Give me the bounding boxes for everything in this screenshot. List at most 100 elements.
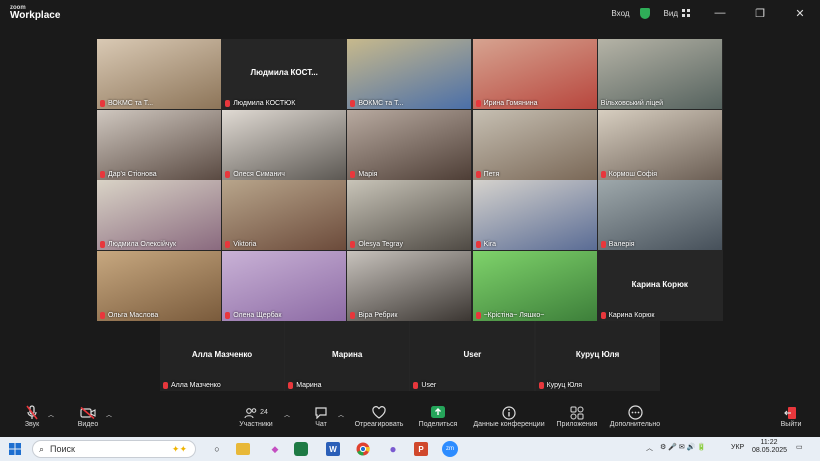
muted-mic-icon xyxy=(413,382,419,389)
share-screen-button[interactable]: Поделиться xyxy=(416,404,460,428)
video-options-caret[interactable]: ︿ xyxy=(106,410,112,419)
copilot-sparkle-icon: ✦✦ xyxy=(171,443,187,454)
chat-caret[interactable]: ︿ xyxy=(338,410,344,419)
muted-mic-icon xyxy=(100,241,105,248)
signin-button[interactable]: Вход xyxy=(611,9,629,18)
tray-app-icons[interactable]: ⚙ 🎤 ✉ 🔊 🔋 xyxy=(660,443,706,451)
powerpoint-icon[interactable]: P xyxy=(414,442,428,456)
view-button[interactable]: Вид xyxy=(664,9,690,18)
participant-tile[interactable]: Марина Марина xyxy=(285,321,410,391)
title-bar: zoom Workplace Вход Вид — ❐ ✕ xyxy=(0,0,820,28)
participant-tile[interactable]: Куруц Юля Куруц Юля xyxy=(535,321,660,391)
minimize-button[interactable]: — xyxy=(700,7,740,19)
participant-video xyxy=(347,180,472,250)
leave-button[interactable]: Выйти xyxy=(776,404,806,428)
meeting-info-button[interactable]: Данные конференции xyxy=(470,404,548,428)
info-icon xyxy=(502,405,516,420)
participant-tile[interactable]: Ирина Гомянина xyxy=(472,39,597,109)
participant-video xyxy=(472,180,597,250)
heart-icon xyxy=(372,406,386,419)
clock[interactable]: 11:22 08.05.2025 xyxy=(752,439,787,456)
participant-tile[interactable]: Алла Мазченко Алла Мазченко xyxy=(160,321,284,391)
participant-tile[interactable]: Ольга Маслова xyxy=(97,250,221,321)
participant-video xyxy=(97,109,221,180)
muted-mic-icon xyxy=(475,170,481,178)
participant-name-label: ВОКМС та Т... xyxy=(100,100,153,107)
participant-display-name: Куруц Юля xyxy=(575,350,620,359)
video-gallery-second-row: Алла Мазченко Алла Мазченко Марина Марина Us… xyxy=(160,321,660,391)
participants-button[interactable]: 24 Участники xyxy=(234,404,278,428)
participant-tile[interactable]: Olesya Tegray xyxy=(347,180,472,250)
muted-mic-icon xyxy=(100,170,105,178)
tray-overflow-icon[interactable]: ︿ xyxy=(646,443,653,453)
audio-options-caret[interactable]: ︿ xyxy=(48,410,54,419)
participant-tile[interactable]: Марія xyxy=(347,109,472,180)
muted-mic-icon xyxy=(600,241,606,248)
participant-video xyxy=(97,250,221,321)
zoom-taskbar-icon[interactable]: zm xyxy=(442,441,458,457)
participant-name-label: Kira xyxy=(475,241,496,248)
muted-mic-icon xyxy=(600,170,606,178)
task-view-icon[interactable]: ○ xyxy=(208,440,226,458)
muted-mic-icon xyxy=(475,311,481,319)
participant-name-label: Куруц Юля xyxy=(538,382,582,389)
file-explorer-icon[interactable] xyxy=(236,443,250,455)
participant-tile[interactable]: Дар'я Стіонова xyxy=(97,109,221,180)
video-off-icon xyxy=(80,406,96,419)
participant-tile[interactable]: Петя xyxy=(472,109,597,180)
security-shield-icon[interactable] xyxy=(639,7,650,19)
participant-tile[interactable]: Вільховський ліцей xyxy=(597,39,722,109)
participant-tile[interactable]: Viktoria xyxy=(222,180,347,250)
language-indicator[interactable]: УКР xyxy=(731,444,744,451)
restore-button[interactable]: ❐ xyxy=(740,7,780,20)
participant-tile[interactable]: Карина Корюк Карина Корюк xyxy=(597,250,722,321)
participant-video xyxy=(222,250,347,321)
participant-tile[interactable]: ВОКМС та Т... xyxy=(97,39,221,109)
chrome-icon[interactable] xyxy=(354,440,372,458)
reactions-button[interactable]: Отреагировать xyxy=(352,404,406,428)
muted-mic-icon xyxy=(600,311,606,319)
participant-tile[interactable]: Олена Щербак xyxy=(222,250,347,321)
more-button[interactable]: Дополнительно xyxy=(604,404,666,428)
taskbar-search[interactable]: ⌕ Поиск ✦✦ xyxy=(32,440,196,458)
participant-name-label: Валерія xyxy=(600,241,635,248)
participant-name-label: ВОКМС та Т... xyxy=(350,100,403,107)
participant-name-label: Петя xyxy=(475,170,499,178)
word-icon[interactable]: W xyxy=(326,442,340,456)
audio-button[interactable]: Звук xyxy=(14,404,50,428)
viber-icon[interactable]: ● xyxy=(384,440,402,458)
participant-name-label: Дар'я Стіонова xyxy=(100,170,157,178)
participant-video xyxy=(347,250,472,321)
participant-tile[interactable]: Олеся Симанич xyxy=(222,109,347,180)
participant-tile[interactable]: Валерія xyxy=(597,180,722,250)
participant-video xyxy=(222,180,347,250)
share-icon xyxy=(431,406,445,418)
participant-tile[interactable]: ~Крістіна~ Ляшко~ xyxy=(472,250,597,321)
notifications-icon[interactable]: ▭ xyxy=(796,443,803,451)
chart-app-icon[interactable] xyxy=(294,442,308,456)
participant-tile[interactable]: Людмила Олексійчук xyxy=(97,180,221,250)
photos-app-icon[interactable]: ◆ xyxy=(266,440,284,458)
participant-name-label: Віра Ребрик xyxy=(350,311,397,319)
meeting-toolbar: Звук ︿ Видео ︿ 24 Участники ︿ Чат ︿ Отре… xyxy=(0,400,820,437)
participant-name-label: Карина Корюк xyxy=(600,311,654,319)
chat-icon xyxy=(315,407,327,419)
video-button[interactable]: Видео xyxy=(70,404,106,428)
apps-button[interactable]: Приложения xyxy=(552,404,602,428)
participant-name-label: Алла Мазченко xyxy=(163,382,221,389)
muted-mic-icon xyxy=(538,382,544,389)
participant-tile[interactable]: Kira xyxy=(472,180,597,250)
participant-tile[interactable]: Людмила КОСТ... Людмила КОСТЮК xyxy=(222,39,347,109)
close-window-button[interactable]: ✕ xyxy=(780,7,820,20)
participant-name-label: Олеся Симанич xyxy=(225,170,285,178)
chat-button[interactable]: Чат xyxy=(306,404,336,428)
participant-tile[interactable]: User User xyxy=(410,321,535,391)
participant-tile[interactable]: Кормош Софія xyxy=(597,109,722,180)
participant-tile[interactable]: ВОКМС та Т... xyxy=(347,39,472,109)
participant-tile[interactable]: Віра Ребрик xyxy=(347,250,472,321)
start-button[interactable] xyxy=(6,440,24,458)
muted-mic-icon xyxy=(350,170,356,178)
video-gallery: ВОКМС та Т... Людмила КОСТ... Людмила КОСТ… xyxy=(97,39,723,321)
participant-display-name: Людмила КОСТ... xyxy=(250,68,318,77)
participants-caret[interactable]: ︿ xyxy=(284,410,290,419)
